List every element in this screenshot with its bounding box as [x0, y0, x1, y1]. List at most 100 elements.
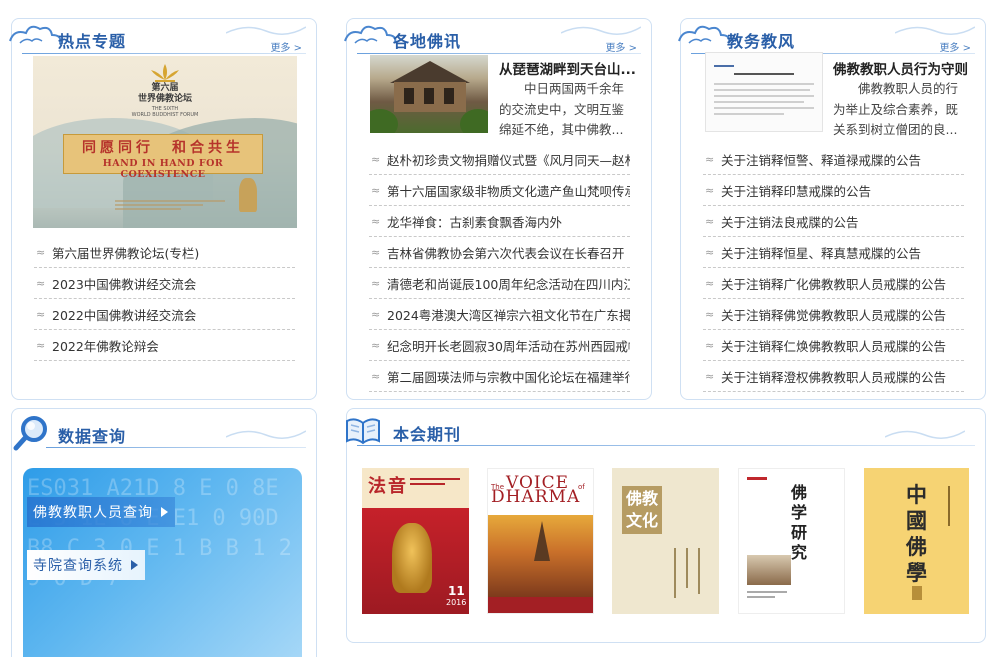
- culture-title: 佛教文化: [625, 489, 658, 530]
- journal-buddhist-studies-cover[interactable]: 佛学研究: [738, 468, 845, 614]
- list-item[interactable]: ≈ 吉林省佛教协会第六次代表会议在长春召开: [369, 237, 630, 268]
- news-title: 清德老和尚诞辰100周年纪念活动在四川内江圣: [387, 276, 630, 292]
- wave-bullet-icon: ≈: [371, 214, 381, 228]
- research-red-mark: [747, 477, 767, 480]
- cloud-icon: [678, 25, 731, 44]
- wave-bullet-icon: ≈: [36, 338, 46, 352]
- temple-photo[interactable]: [370, 55, 488, 133]
- list-item[interactable]: ≈ 关于注销法良戒牒的公告: [703, 206, 964, 237]
- news-title: 第十六届国家级非物质文化遗产鱼山梵呗传承日: [387, 183, 630, 199]
- temple-query-button[interactable]: 寺院查询系统: [27, 550, 145, 580]
- panel-header: 数据查询: [12, 409, 316, 453]
- journal-buddhist-culture-cover[interactable]: 佛教文化: [612, 468, 719, 614]
- forum-name-en-line2: WORLD BUDDHIST FORUM: [131, 112, 199, 118]
- affairs-notice-title: 关于注销释佛觉佛教教职人员戒牒的公告: [721, 307, 947, 323]
- more-link[interactable]: 更多 >: [270, 39, 302, 54]
- header-divider: [46, 447, 306, 448]
- wave-decoration-icon: [226, 26, 306, 35]
- affairs-feature-summary: 佛教教职人员的行为举止及综合素养，既关系到树立僧团的良...: [833, 81, 959, 137]
- clergy-query-label: 佛教教职人员查询: [33, 505, 153, 521]
- list-item[interactable]: ≈ 关于注销释广化佛教教职人员戒牒的公告: [703, 268, 964, 299]
- news-feature-summary: 中日两国两千余年的交流史中，文明互鉴绵延不绝，其中佛教...: [499, 81, 625, 137]
- panel-title: 各地佛讯: [393, 32, 462, 51]
- cloud-icon: [344, 25, 397, 44]
- affairs-notice-title: 关于注销释恒星、释真慧戒牒的公告: [721, 245, 922, 261]
- local-news-list: ≈ 赵朴初珍贵文物捐赠仪式暨《风月同天—赵朴初 ≈ 第十六届国家级非物质文化遗产鱼山梵…: [369, 144, 630, 392]
- china-bottom-text: [912, 586, 922, 600]
- lotus-logo-icon: [151, 64, 179, 82]
- clergy-query-button[interactable]: 佛教教职人员查询: [27, 497, 175, 527]
- wave-bullet-icon: ≈: [705, 338, 715, 352]
- wave-bullet-icon: ≈: [371, 152, 381, 166]
- forum-poster-image[interactable]: 第六届 世界佛教论坛 THE SIXTH WORLD BUDDHIST FORU…: [33, 56, 297, 228]
- journal-voice-of-dharma-cover[interactable]: VOICE The of DHARMA: [487, 468, 594, 614]
- wave-bullet-icon: ≈: [705, 183, 715, 197]
- affairs-feature-title[interactable]: 佛教教职人员行为守则: [833, 58, 978, 78]
- list-item[interactable]: ≈ 第十六届国家级非物质文化遗产鱼山梵呗传承日: [369, 175, 630, 206]
- hot-topic-title: 2022年佛教论辩会: [52, 338, 159, 354]
- list-item[interactable]: ≈ 清德老和尚诞辰100周年纪念活动在四川内江圣: [369, 268, 630, 299]
- list-item[interactable]: ≈ 第二届圆瑛法师与宗教中国化论坛在福建举行: [369, 361, 630, 392]
- list-item[interactable]: ≈ 关于注销释印慧戒牒的公告: [703, 175, 964, 206]
- forum-session: 第六届: [151, 83, 179, 93]
- religious-affairs-list: ≈ 关于注销释恒警、释道禄戒牒的公告 ≈ 关于注销释印慧戒牒的公告 ≈ 关于注销法良戒牒的…: [703, 144, 964, 392]
- document-thumbnail[interactable]: [705, 52, 823, 132]
- research-caption-lines: [747, 591, 787, 598]
- temple-window-shape: [424, 88, 434, 104]
- temple-query-label: 寺院查询系统: [33, 558, 123, 574]
- voice-bottom: DHARMA: [491, 487, 581, 507]
- list-item[interactable]: ≈ 关于注销释恒星、释真慧戒牒的公告: [703, 237, 964, 268]
- stupa-shape: [239, 178, 257, 212]
- more-link[interactable]: 更多 >: [605, 39, 637, 54]
- header-divider: [357, 53, 641, 54]
- slogan-en: HAND IN HAND FOR COEXISTENCE: [102, 158, 224, 180]
- play-arrow-icon: [161, 507, 168, 517]
- wave-bullet-icon: ≈: [371, 307, 381, 321]
- list-item[interactable]: ≈ 关于注销释佛觉佛教教职人员戒牒的公告: [703, 299, 964, 330]
- list-item[interactable]: ≈2023中国佛教讲经交流会: [34, 268, 295, 299]
- list-item[interactable]: ≈2022中国佛教讲经交流会: [34, 299, 295, 330]
- fayin-subtitle-lines: [410, 478, 460, 492]
- wave-bullet-icon: ≈: [705, 152, 715, 166]
- news-feature-title[interactable]: 从琵琶湖畔到天台山...: [499, 58, 644, 78]
- forum-name-en: THE SIXTH WORLD BUDDHIST FORUM: [33, 106, 297, 118]
- forum-name: 第六届 世界佛教论坛: [33, 83, 297, 105]
- journal-fayin-cover[interactable]: 法音 11 2016: [362, 468, 469, 614]
- small-print: [115, 198, 225, 220]
- wave-bullet-icon: ≈: [371, 183, 381, 197]
- research-cover-photo: [747, 555, 791, 585]
- list-item[interactable]: ≈ 关于注销释澄权佛教教职人员戒牒的公告: [703, 361, 964, 392]
- magnifier-icon: [13, 416, 47, 451]
- slogan-banner: 同愿同行 和合共生 HAND IN HAND FOR COEXISTENCE: [63, 134, 263, 180]
- tree-shape: [370, 109, 398, 133]
- fayin-issue: 11: [448, 584, 465, 598]
- list-item[interactable]: ≈ 第六届世界佛教论坛(专栏): [34, 237, 295, 268]
- tree-shape: [460, 109, 488, 133]
- journal-chinese-buddhism-cover[interactable]: 中國佛學: [864, 468, 969, 614]
- list-item[interactable]: ≈ 龙华禅食：古刹素食飘香海内外: [369, 206, 630, 237]
- affairs-notice-title: 关于注销释澄权佛教教职人员戒牒的公告: [721, 369, 947, 385]
- panel-title: 数据查询: [58, 427, 127, 446]
- list-item[interactable]: ≈2024粤港澳大湾区禅宗六祖文化节在广东揭阳: [369, 299, 630, 330]
- wave-bullet-icon: ≈: [36, 245, 46, 259]
- temple-window-shape: [404, 88, 414, 104]
- hot-topic-title: 2022中国佛教讲经交流会: [52, 307, 197, 323]
- fayin-title: 法音: [368, 476, 408, 497]
- wave-bullet-icon: ≈: [36, 307, 46, 321]
- play-arrow-icon: [131, 560, 138, 570]
- list-item[interactable]: ≈ 赵朴初珍贵文物捐赠仪式暨《风月同天—赵朴初: [369, 144, 630, 175]
- affairs-notice-title: 关于注销释仁焕佛教教职人员戒牒的公告: [721, 338, 947, 354]
- bodhisattva-figure: [392, 523, 432, 593]
- temple-window-shape: [444, 88, 454, 104]
- list-item[interactable]: ≈2022年佛教论辩会: [34, 330, 295, 361]
- more-link[interactable]: 更多 >: [939, 39, 971, 54]
- panel-title: 热点专题: [58, 32, 127, 51]
- list-item[interactable]: ≈ 纪念明开长老圆寂30周年活动在苏州西园戒幢律: [369, 330, 630, 361]
- list-item[interactable]: ≈ 关于注销释恒警、释道禄戒牒的公告: [703, 144, 964, 175]
- affairs-notice-title: 关于注销释广化佛教教职人员戒牒的公告: [721, 276, 947, 292]
- list-item[interactable]: ≈ 关于注销释仁焕佛教教职人员戒牒的公告: [703, 330, 964, 361]
- wave-decoration-icon: [561, 26, 641, 35]
- affairs-notice-title: 关于注销释印慧戒牒的公告: [721, 183, 872, 199]
- wave-bullet-icon: ≈: [371, 245, 381, 259]
- news-title: 2024粤港澳大湾区禅宗六祖文化节在广东揭阳: [387, 307, 630, 323]
